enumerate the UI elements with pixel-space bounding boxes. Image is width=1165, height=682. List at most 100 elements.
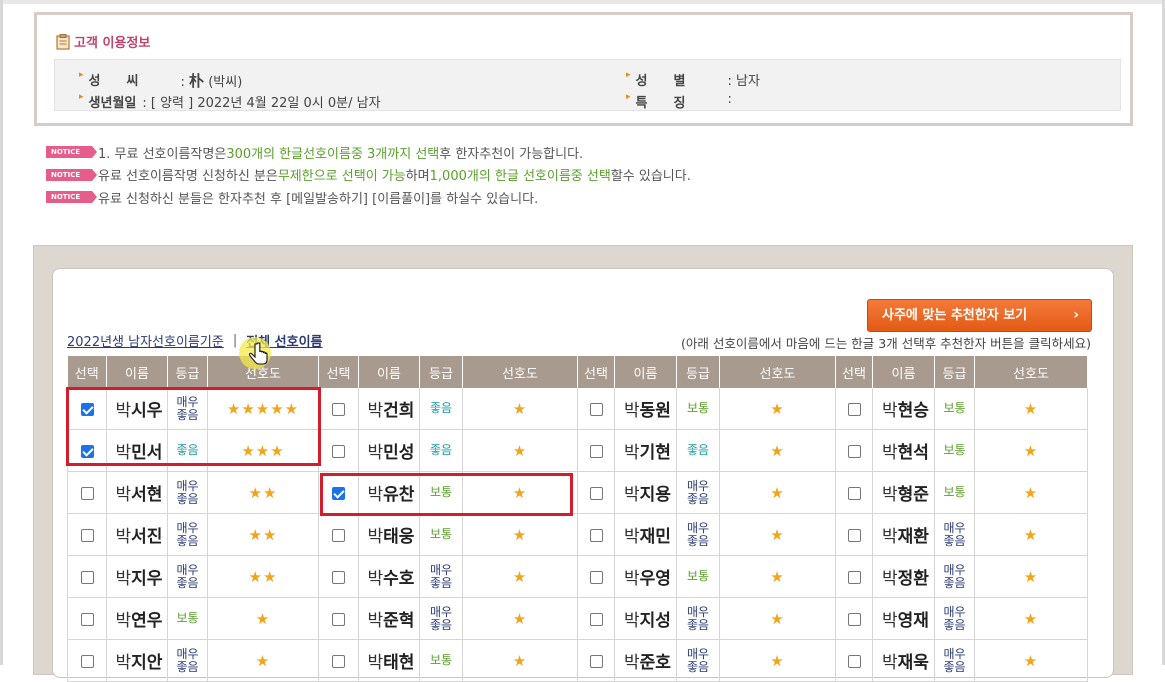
- grade-text: 좋음: [943, 575, 966, 590]
- given-name-text: 지안: [131, 653, 163, 673]
- name-checkbox[interactable]: [847, 403, 861, 416]
- surname-label: 성 씨: [88, 74, 139, 89]
- star-icon: ★: [255, 441, 271, 460]
- grade-text: 보통: [429, 485, 453, 499]
- name-checkbox[interactable]: [847, 613, 861, 626]
- grade-text: 좋음: [686, 491, 710, 506]
- select-cell: [835, 471, 873, 514]
- name-checkbox[interactable]: [332, 403, 345, 416]
- preference-cell: ★: [462, 639, 578, 682]
- preference-cell: ★★★: [207, 429, 319, 472]
- star-icon: ★: [270, 441, 285, 460]
- star-icon: ★: [770, 399, 785, 418]
- star-icon: ★: [770, 609, 785, 628]
- grade-text: 보통: [943, 485, 966, 499]
- grade-text: 매우: [176, 646, 199, 661]
- grade-text: 좋음: [686, 617, 710, 632]
- grade-cell: 좋음: [419, 429, 463, 472]
- preference-cell: ★: [207, 639, 319, 682]
- table-row: 박민서 좋음 ★★★ 박민성 좋음 ★ 박기현 좋음 ★ 박현석 보통 ★: [67, 429, 1088, 472]
- select-cell: [577, 513, 615, 556]
- chevron-right-icon: ›: [1073, 307, 1079, 323]
- notice-item: NOTICE 유료 신청하신 분들은 한자추천 후 [메일발송하기] [이름풀이…: [46, 186, 691, 209]
- name-checkbox[interactable]: [80, 445, 94, 458]
- grade-text: 보통: [176, 611, 199, 625]
- name-checkbox[interactable]: [847, 529, 861, 542]
- grade-text: 좋음: [429, 443, 453, 457]
- preference-cell: ★: [719, 388, 836, 430]
- grade-text: 좋음: [176, 659, 199, 674]
- star-icon: ★: [255, 651, 271, 670]
- tab-male-preferred[interactable]: 2022년생 남자선호이름기준: [67, 331, 224, 350]
- name-checkbox[interactable]: [80, 655, 94, 668]
- name-checkbox[interactable]: [80, 403, 94, 416]
- notice-text: 하며: [405, 169, 430, 185]
- name-checkbox[interactable]: [332, 613, 345, 626]
- header-grade: 등급: [419, 356, 463, 388]
- name-checkbox[interactable]: [847, 655, 861, 668]
- given-name-text: 우영: [639, 569, 671, 589]
- notice-badge: NOTICE: [46, 168, 97, 181]
- star-icon: ★: [270, 399, 285, 418]
- select-cell: [318, 388, 359, 430]
- surname-text: 박: [624, 653, 640, 673]
- name-checkbox[interactable]: [332, 445, 345, 458]
- grade-cell: 보통: [934, 471, 975, 514]
- name-checkbox[interactable]: [589, 571, 603, 584]
- name-checkbox[interactable]: [589, 487, 603, 500]
- name-checkbox[interactable]: [332, 487, 345, 500]
- grade-cell: 매우 좋음: [676, 597, 720, 640]
- grade-cell: 매우 좋음: [676, 471, 720, 514]
- grade-cell: 보통: [676, 555, 720, 598]
- select-cell: [835, 555, 873, 598]
- name-checkbox[interactable]: [589, 655, 603, 668]
- star-icon: ★: [226, 399, 242, 418]
- grade-cell: 매우 좋음: [419, 597, 463, 640]
- name-checkbox[interactable]: [847, 445, 861, 458]
- preference-cell: ★: [974, 639, 1088, 682]
- grade-text: 좋음: [943, 617, 966, 632]
- name-cell: 박수호: [358, 555, 420, 598]
- grade-cell: 매우 좋음: [167, 471, 208, 514]
- select-cell: [577, 597, 615, 640]
- name-checkbox[interactable]: [80, 529, 94, 542]
- birth-value: : [ 양력 ] 2022년 4월 22일 0시 0분/ 남자: [142, 96, 381, 111]
- select-cell: [577, 639, 615, 682]
- star-icon: ★: [284, 399, 300, 418]
- notice-text: 할수 있습니다.: [610, 169, 691, 185]
- grade-text: 보통: [686, 569, 710, 583]
- name-checkbox[interactable]: [80, 487, 94, 500]
- surname-text: 박: [624, 611, 640, 631]
- grade-text: 매우: [943, 520, 966, 535]
- select-cell: [67, 388, 107, 430]
- name-checkbox[interactable]: [332, 529, 345, 542]
- recommend-hanja-button[interactable]: 사주에 맞는 추천한자 보기 ›: [867, 299, 1092, 332]
- preference-cell: ★★: [207, 471, 319, 514]
- name-checkbox[interactable]: [589, 403, 603, 416]
- surname-field: ▸ 성 씨 : 朴 (박씨): [79, 70, 242, 91]
- grade-text: 매우: [943, 604, 966, 619]
- star-icon: ★: [1023, 567, 1039, 586]
- name-checkbox[interactable]: [332, 571, 345, 584]
- name-cell: 박서현: [106, 471, 168, 514]
- name-checkbox[interactable]: [80, 571, 94, 584]
- name-checkbox[interactable]: [332, 655, 345, 668]
- name-checkbox[interactable]: [847, 487, 861, 500]
- name-checkbox[interactable]: [589, 613, 603, 626]
- select-cell: [67, 429, 107, 472]
- table-header: 선택 이름 등급 선호도 선택 이름 등급 선호도 선택 이름 등급 선호도 선택 이름 등급 선호도: [67, 356, 1088, 388]
- notice-highlight: 1,000개의 한글 선호이름중 선택: [429, 169, 611, 185]
- grade-text: 매우: [686, 604, 710, 619]
- star-icon: ★: [512, 525, 528, 544]
- name-checkbox[interactable]: [589, 445, 603, 458]
- star-icon: ★: [512, 567, 528, 586]
- name-cell: 박재환: [872, 513, 935, 556]
- name-checkbox[interactable]: [589, 529, 603, 542]
- grade-cell: 매우 좋음: [676, 513, 720, 556]
- name-checkbox[interactable]: [80, 613, 94, 626]
- customer-info-title: 고객 이용정보: [56, 32, 150, 51]
- select-cell: [577, 388, 615, 430]
- grade-text: 매우: [429, 562, 453, 577]
- name-checkbox[interactable]: [847, 571, 861, 584]
- grade-text: 좋음: [429, 401, 453, 415]
